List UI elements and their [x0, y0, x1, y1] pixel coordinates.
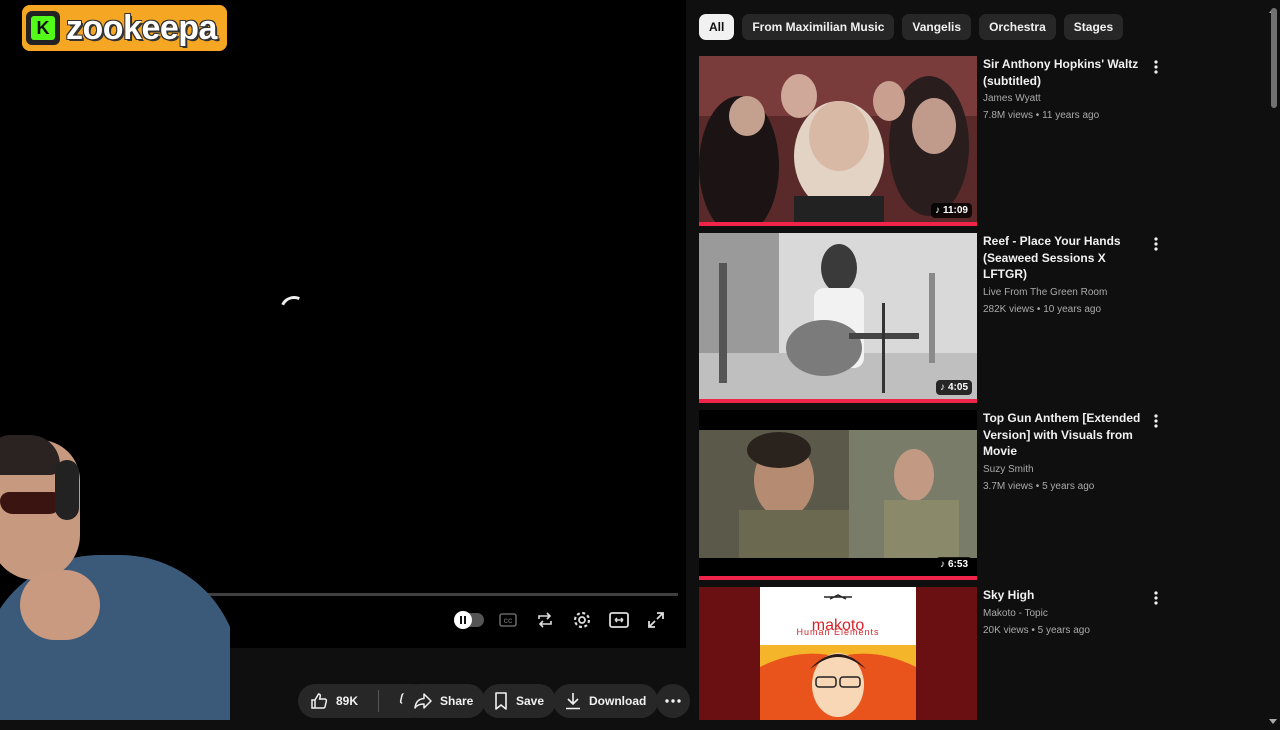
theater-mode-icon[interactable] — [606, 607, 632, 633]
recommendation-card[interactable]: ♪ 6:53 Top Gun Anthem [Extended Version]… — [699, 410, 1169, 580]
channel-name[interactable]: Live From The Green Room — [983, 285, 1153, 301]
thumbs-up-icon — [310, 692, 328, 710]
recommendation-card[interactable]: makoto Human Elements Sky High Makoto - … — [699, 587, 1169, 720]
video-meta: Sir Anthony Hopkins' Waltz (subtitled) J… — [983, 56, 1153, 124]
video-title[interactable]: Sky High — [983, 587, 1153, 604]
save-wrap: Save — [482, 684, 557, 718]
download-button[interactable]: Download — [553, 684, 659, 718]
scroll-up-arrow-icon[interactable] — [1269, 0, 1277, 13]
channel-name[interactable]: Suzy Smith — [983, 462, 1153, 478]
duration-badge: ♪ 4:05 — [935, 380, 972, 395]
loop-icon[interactable] — [532, 607, 558, 633]
channel-name[interactable]: Makoto - Topic — [983, 606, 1153, 622]
captions-icon[interactable]: CC — [495, 607, 521, 633]
music-note-icon: ♪ — [939, 559, 945, 570]
filter-chips: All From Maximilian Music Vangelis Orche… — [699, 14, 1124, 40]
watch-progress-bar — [699, 222, 977, 226]
pause-icon — [454, 611, 472, 629]
more-vert-icon[interactable] — [1150, 235, 1162, 253]
svg-text:CC: CC — [504, 619, 513, 625]
like-count: 89K — [336, 694, 359, 708]
thumbnail-image-top-gun — [699, 410, 977, 580]
video-thumbnail[interactable]: makoto Human Elements — [699, 587, 977, 720]
download-wrap: Download — [553, 684, 659, 718]
logo-text: zookeepa — [66, 8, 217, 47]
page-scrollbar-thumb[interactable] — [1271, 8, 1277, 108]
scroll-down-arrow-icon[interactable] — [1269, 712, 1277, 724]
share-label: Share — [440, 694, 474, 708]
webcam-hand — [20, 570, 100, 640]
download-icon — [565, 692, 581, 710]
chip-from-maximilian-music[interactable]: From Maximilian Music — [742, 14, 895, 40]
share-button[interactable]: Share — [402, 684, 486, 718]
chip-all[interactable]: All — [699, 14, 735, 40]
fullscreen-icon[interactable] — [643, 607, 669, 633]
duration-text: 4:05 — [947, 382, 968, 393]
download-label: Download — [589, 694, 647, 708]
channel-name[interactable]: James Wyatt — [983, 91, 1153, 107]
like-divider — [378, 690, 380, 712]
more-horizontal-icon — [665, 699, 681, 703]
more-actions-button[interactable] — [656, 684, 690, 718]
video-title[interactable]: Top Gun Anthem [Extended Version] with V… — [983, 410, 1153, 460]
save-label: Save — [516, 694, 545, 708]
loading-spinner — [276, 292, 312, 328]
chip-vangelis[interactable]: Vangelis — [902, 14, 972, 40]
video-title[interactable]: Sir Anthony Hopkins' Waltz (subtitled) — [983, 56, 1153, 89]
bookmark-icon — [494, 692, 508, 710]
duration-badge: ♪ 11:09 — [930, 203, 972, 218]
more-vert-icon[interactable] — [1150, 412, 1162, 430]
video-stats: 3.7M views • 5 years ago — [983, 480, 1095, 492]
like-button[interactable]: 89K — [298, 684, 370, 718]
watch-progress-bar — [699, 576, 977, 580]
video-stats: 7.8M views • 11 years ago — [983, 110, 1100, 121]
progress-bar[interactable] — [165, 593, 678, 596]
video-stats: 282K views • 10 years ago — [983, 303, 1102, 315]
album-art: makoto Human Elements — [760, 587, 916, 720]
chip-stages[interactable]: Stages — [1063, 14, 1124, 40]
more-vert-icon[interactable] — [1150, 589, 1162, 607]
music-note-icon: ♪ — [939, 382, 945, 393]
thumbnail-image-crowd — [699, 56, 977, 226]
webcam-sunglasses — [0, 492, 62, 514]
video-thumbnail[interactable]: ♪ 4:05 — [699, 233, 977, 403]
duration-text: 11:09 — [942, 205, 968, 216]
webcam-overlay — [0, 430, 230, 720]
video-stats: 20K views • 5 years ago — [983, 624, 1090, 636]
save-button[interactable]: Save — [482, 684, 557, 718]
music-note-icon: ♪ — [934, 205, 940, 216]
autoplay-toggle[interactable] — [454, 611, 484, 629]
video-meta: Sky High Makoto - Topic 20K views • 5 ye… — [983, 587, 1153, 639]
video-meta: Top Gun Anthem [Extended Version] with V… — [983, 410, 1153, 495]
recommendation-card[interactable]: ♪ 4:05 Reef - Place Your Hands (Seaweed … — [699, 233, 1169, 403]
logo-letter: K — [31, 16, 55, 40]
share-wrap: Share — [402, 684, 486, 718]
watch-progress-bar — [699, 399, 977, 403]
chip-orchestra[interactable]: Orchestra — [979, 14, 1056, 40]
more-actions-wrap — [656, 684, 690, 718]
thumbnail-image-guitarist — [699, 233, 977, 403]
kick-logo-icon: K — [26, 11, 60, 45]
album-art-graphic — [760, 594, 916, 720]
share-icon — [414, 693, 432, 709]
duration-badge: ♪ 6:53 — [935, 557, 972, 572]
video-thumbnail[interactable]: ♪ 11:09 — [699, 56, 977, 226]
webcam-headset — [55, 460, 79, 520]
video-meta: Reef - Place Your Hands (Seaweed Session… — [983, 233, 1153, 318]
settings-icon[interactable] — [569, 607, 595, 633]
video-title[interactable]: Reef - Place Your Hands (Seaweed Session… — [983, 233, 1153, 283]
recommendation-card[interactable]: ♪ 11:09 Sir Anthony Hopkins' Waltz (subt… — [699, 56, 1169, 226]
duration-text: 6:53 — [947, 559, 968, 570]
more-vert-icon[interactable] — [1150, 58, 1162, 76]
video-thumbnail[interactable]: ♪ 6:53 — [699, 410, 977, 580]
stream-logo: K zookeepa — [22, 5, 227, 51]
